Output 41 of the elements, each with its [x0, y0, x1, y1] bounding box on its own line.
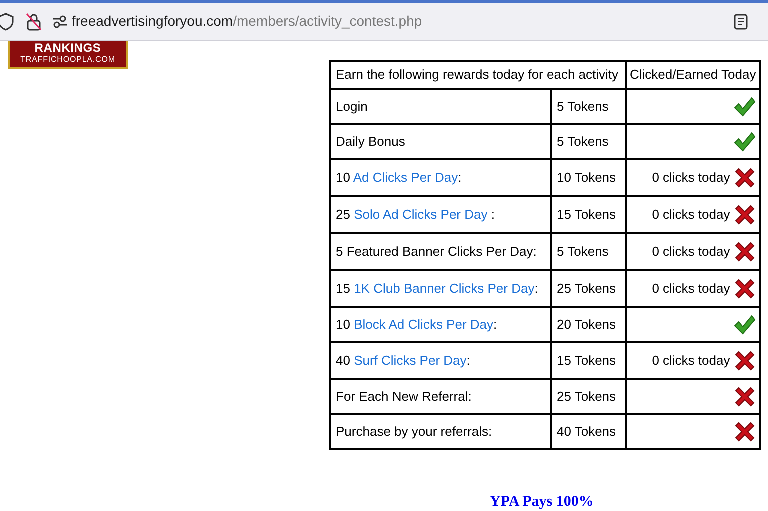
- activity-text: 10 Block Ad Clicks Per Day:: [336, 316, 498, 332]
- activity-text: 10 Ad Clicks Per Day:: [336, 170, 462, 185]
- url-text[interactable]: freeadvertisingforyou.com/members/activity_contest.php: [72, 11, 422, 32]
- reward-cell: 5 Tokens: [551, 233, 626, 270]
- reader-view-icon[interactable]: [734, 14, 748, 30]
- click-count: 0 clicks today: [652, 206, 730, 224]
- activity-link[interactable]: Block Ad Clicks Per Day: [354, 316, 494, 332]
- footer-heading: YPA Pays 100%: [490, 494, 594, 510]
- click-count: 0 clicks today: [652, 169, 730, 187]
- reward-cell: 25 Tokens: [551, 270, 626, 307]
- table-header: Earn the following rewards today for each activity: [330, 61, 626, 89]
- activity-link[interactable]: Solo Ad Clicks Per Day: [354, 206, 488, 222]
- logo-banner[interactable]: RANKINGS TRAFFICHOOPLA.COM: [8, 41, 128, 69]
- reward-cell: 5 Tokens: [551, 89, 626, 124]
- activity-text: Purchase by your referrals:: [336, 424, 492, 439]
- reward-cell: 5 Tokens: [551, 124, 626, 159]
- reward-cell: 10 Tokens: [551, 159, 626, 196]
- click-count: 0 clicks today: [652, 280, 730, 298]
- lock-icon[interactable]: [26, 12, 42, 30]
- settings-icon[interactable]: [52, 14, 68, 28]
- activity-link[interactable]: 1K Club Banner Clicks Per Day: [354, 280, 535, 296]
- activity-text: Daily Bonus: [336, 134, 406, 149]
- reward-cell: 20 Tokens: [551, 307, 626, 342]
- activity-text: 25 Solo Ad Clicks Per Day :: [336, 206, 495, 222]
- click-count: 0 clicks today: [652, 243, 730, 261]
- click-count: 0 clicks today: [652, 352, 730, 370]
- reward-cell: 40 Tokens: [551, 414, 626, 449]
- activity-text: 15 1K Club Banner Clicks Per Day:: [336, 280, 538, 296]
- reward-cell: 25 Tokens: [551, 379, 626, 414]
- reward-cell: 15 Tokens: [551, 342, 626, 379]
- table-header: Clicked/Earned Today: [626, 61, 760, 89]
- logo-subtitle: TRAFFICHOOPLA.COM: [20, 56, 116, 64]
- logo-title: RANKINGS: [34, 42, 102, 54]
- activity-link[interactable]: Ad Clicks Per Day: [353, 170, 458, 185]
- activity-text: 5 Featured Banner Clicks Per Day:: [336, 244, 537, 259]
- activity-link[interactable]: Surf Clicks Per Day: [354, 352, 467, 368]
- activity-text: For Each New Referral:: [336, 388, 472, 404]
- activity-text: Login: [336, 98, 368, 114]
- reward-cell: 15 Tokens: [551, 196, 626, 233]
- activity-text: 40 Surf Clicks Per Day:: [336, 352, 470, 368]
- shield-icon[interactable]: [0, 12, 14, 30]
